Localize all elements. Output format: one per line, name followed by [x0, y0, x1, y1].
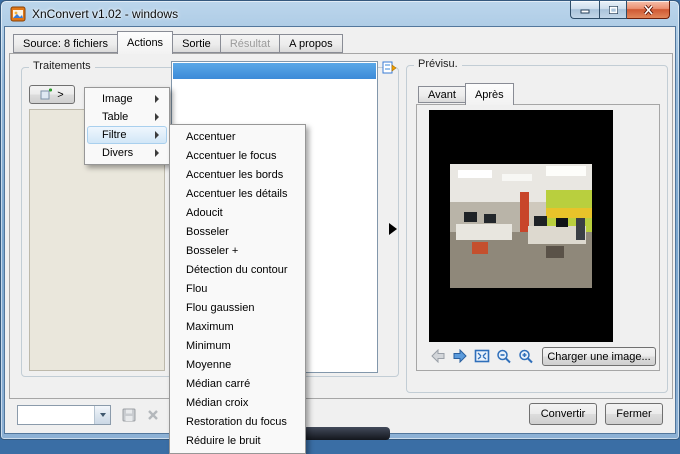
delete-icon [148, 410, 158, 420]
add-action-button[interactable]: > [29, 85, 75, 104]
submenu-item-detection-du-contour[interactable]: Détection du contour [172, 260, 303, 279]
preview-group-label: Prévisu. [414, 58, 462, 70]
preset-combobox[interactable] [17, 405, 111, 425]
submenu-item-restoration-du-focus[interactable]: Restoration du focus [172, 412, 303, 431]
maximize-icon [608, 5, 618, 14]
submenu-item-moyenne[interactable]: Moyenne [172, 355, 303, 374]
preview-tab-bar: Avant Après [418, 83, 514, 105]
close-dialog-button[interactable]: Fermer [605, 403, 663, 425]
submenu-item-flou[interactable]: Flou [172, 279, 303, 298]
tab-actions[interactable]: Actions [116, 31, 174, 54]
zoom-in-button[interactable] [516, 347, 536, 365]
zoom-out-button[interactable] [494, 347, 514, 365]
preset-combobox-value[interactable] [18, 406, 94, 424]
submenu-arrow-icon [155, 113, 159, 121]
screen: XnConvert v1.02 - windows Source: 8 fich… [0, 0, 680, 454]
preview-canvas [429, 110, 613, 342]
menu-item-table[interactable]: Table [87, 108, 167, 126]
arrow-right-icon [453, 349, 467, 363]
menu-item-filtre[interactable]: Filtre [87, 126, 167, 144]
preset-combobox-dropdown[interactable] [94, 406, 110, 424]
add-action-menu: Image Table Filtre Divers [84, 87, 170, 165]
minimize-button[interactable] [570, 1, 599, 19]
add-action-label: > [57, 88, 64, 101]
zoom-out-icon [497, 349, 511, 363]
submenu-item-median-croix[interactable]: Médian croix [172, 393, 303, 412]
submenu-item-accentuer-les-bords[interactable]: Accentuer les bords [172, 165, 303, 184]
submenu-item-bosseler-plus[interactable]: Bosseler + [172, 241, 303, 260]
window-title: XnConvert v1.02 - windows [32, 7, 179, 21]
submenu-arrow-icon [155, 131, 159, 139]
expand-arrow-icon[interactable] [389, 223, 397, 235]
tab-source[interactable]: Source: 8 fichiers [13, 34, 118, 53]
fit-to-window-button[interactable] [472, 347, 492, 365]
convert-button[interactable]: Convertir [529, 403, 597, 425]
tab-resultat: Résultat [219, 34, 281, 53]
submenu-arrow-icon [155, 149, 159, 157]
submenu-item-median-carre[interactable]: Médian carré [172, 374, 303, 393]
tab-sortie[interactable]: Sortie [172, 34, 221, 53]
save-icon [122, 408, 136, 422]
preview-pane: Charger une image... [416, 104, 660, 371]
zoom-in-icon [519, 349, 533, 363]
submenu-item-flou-gaussien[interactable]: Flou gaussien [172, 298, 303, 317]
submenu-arrow-icon [155, 95, 159, 103]
menu-item-image[interactable]: Image [87, 90, 167, 108]
app-window: XnConvert v1.02 - windows Source: 8 fich… [0, 0, 680, 440]
next-image-button[interactable] [450, 347, 470, 365]
preview-photo [450, 164, 592, 288]
close-icon [643, 4, 653, 15]
arrow-left-icon [431, 349, 445, 363]
submenu-item-accentuer[interactable]: Accentuer [172, 127, 303, 146]
maximize-button[interactable] [599, 1, 627, 19]
submenu-item-bosseler[interactable]: Bosseler [172, 222, 303, 241]
submenu-item-maximum[interactable]: Maximum [172, 317, 303, 336]
app-icon [10, 6, 26, 22]
submenu-item-accentuer-les-details[interactable]: Accentuer les détails [172, 184, 303, 203]
tab-apropos[interactable]: A propos [279, 34, 343, 53]
submenu-item-adoucit[interactable]: Adoucit [172, 203, 303, 222]
previous-image-button[interactable] [428, 347, 448, 365]
tab-apres[interactable]: Après [464, 83, 514, 105]
minimize-icon [580, 9, 590, 14]
close-button[interactable] [627, 1, 670, 19]
submenu-item-minimum[interactable]: Minimum [172, 336, 303, 355]
selected-action-row[interactable] [173, 63, 376, 79]
menu-item-label: Table [102, 111, 129, 123]
fit-to-window-icon [474, 349, 490, 363]
save-preset-button [119, 406, 139, 424]
menu-item-divers[interactable]: Divers [87, 144, 167, 162]
add-icon [40, 88, 53, 100]
reorder-actions-icon[interactable] [381, 60, 397, 76]
submenu-item-reduire-le-bruit[interactable]: Réduire le bruit [172, 431, 303, 450]
delete-preset-button [143, 406, 163, 424]
treatments-group-label: Traitements [29, 60, 95, 72]
taskbar-glimpse [303, 427, 390, 440]
tab-avant[interactable]: Avant [418, 86, 466, 103]
submenu-item-accentuer-le-focus[interactable]: Accentuer le focus [172, 146, 303, 165]
menu-item-label: Image [102, 93, 133, 105]
window-controls [570, 1, 670, 19]
menu-item-label: Filtre [102, 129, 127, 141]
menu-item-label: Divers [102, 147, 134, 159]
chevron-down-icon [99, 413, 106, 417]
main-tab-bar: Source: 8 fichiers Actions Sortie Résult… [13, 31, 343, 54]
filter-submenu: Accentuer Accentuer le focus Accentuer l… [169, 124, 306, 454]
load-image-button[interactable]: Charger une image... [542, 347, 656, 366]
